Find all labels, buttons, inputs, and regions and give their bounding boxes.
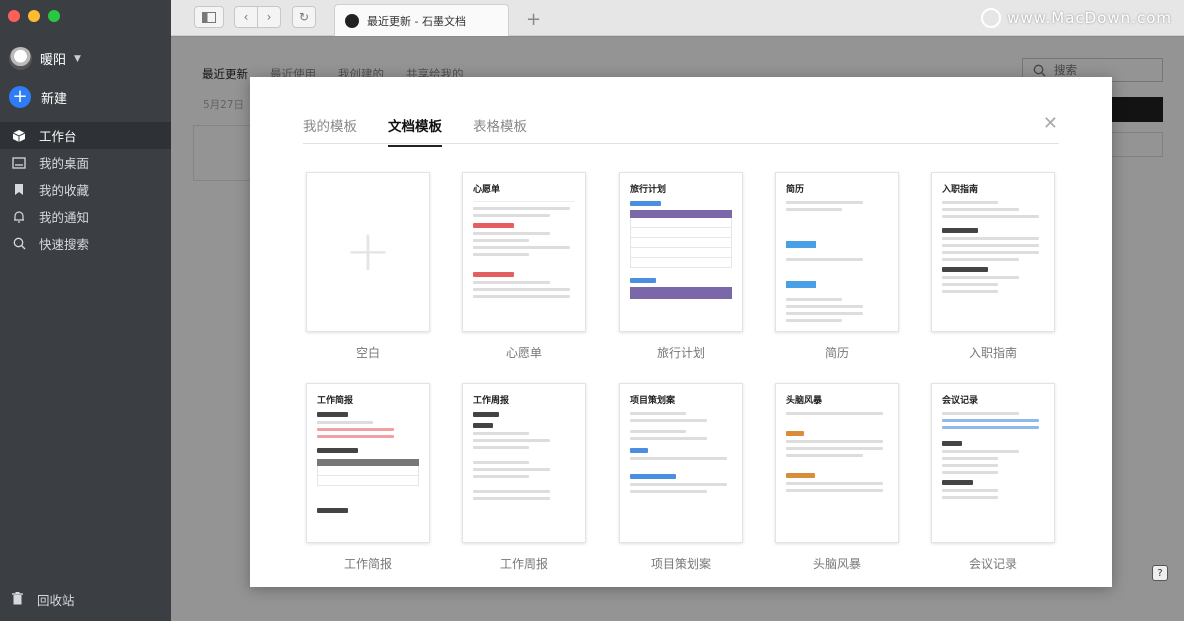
sidebar-item-desktop[interactable]: 我的桌面 bbox=[0, 149, 171, 176]
thumbnail-title: 头脑风暴 bbox=[786, 396, 823, 406]
reload-button[interactable]: ↻ bbox=[292, 6, 316, 28]
template-label: 会议记录 bbox=[968, 557, 1017, 571]
template-label: 工作周报 bbox=[499, 557, 548, 571]
toggle-sidebar-button[interactable] bbox=[194, 6, 224, 28]
template-thumbnail[interactable]: 会议记录 bbox=[931, 383, 1055, 543]
sidebar-item-notifications[interactable]: 我的通知 bbox=[0, 203, 171, 230]
title-bar: ‹ › ↻ 最近更新 - 石墨文档 + www.MacDown.com bbox=[171, 0, 1184, 36]
template-label: 头脑风暴 bbox=[812, 557, 861, 571]
new-button-label: 新建 bbox=[41, 91, 68, 107]
thumbnail-title: 心愿单 bbox=[473, 185, 501, 195]
sidebar-item-label: 我的通知 bbox=[39, 210, 90, 225]
template-thumbnail[interactable]: 工作简报 bbox=[306, 383, 430, 543]
bell-icon bbox=[12, 210, 26, 224]
desktop-icon bbox=[12, 156, 26, 170]
search-icon bbox=[12, 237, 26, 251]
new-tab-button[interactable]: + bbox=[526, 9, 541, 30]
thumbnail-title: 简历 bbox=[786, 185, 805, 195]
template-label: 工作简报 bbox=[343, 557, 392, 571]
sidebar-nav: 工作台 我的桌面 我的收藏 我的通知 快速搜索 bbox=[0, 122, 171, 257]
thumbnail-title: 工作简报 bbox=[317, 396, 354, 406]
macdown-logo-icon bbox=[981, 8, 1002, 28]
template-thumbnail[interactable]: 入职指南 bbox=[931, 172, 1055, 332]
user-name: 暖阳 bbox=[40, 53, 67, 68]
template-project-plan[interactable]: 项目策划案 项目策划案 bbox=[619, 383, 743, 572]
template-label: 旅行计划 bbox=[656, 346, 705, 360]
watermark-text: www.MacDown.com bbox=[1007, 9, 1172, 27]
template-resume[interactable]: 简历 简历 bbox=[775, 172, 899, 361]
template-label: 心愿单 bbox=[505, 346, 542, 360]
close-icon[interactable]: ✕ bbox=[1043, 113, 1058, 134]
template-thumbnail[interactable]: + bbox=[306, 172, 430, 332]
thumbnail-title: 会议记录 bbox=[942, 396, 979, 406]
new-button[interactable]: + 新建 bbox=[9, 86, 67, 108]
plus-icon: + bbox=[9, 86, 31, 108]
caret-down-icon: ▼ bbox=[74, 53, 81, 64]
user-menu[interactable]: 暖阳 ▼ bbox=[9, 47, 81, 70]
trash-button[interactable]: 回收站 bbox=[12, 590, 75, 609]
reload-icon: ↻ bbox=[298, 10, 310, 24]
plus-icon: + bbox=[344, 219, 392, 284]
back-button[interactable]: ‹ bbox=[234, 6, 258, 28]
sidebar-toggle-icon bbox=[202, 11, 216, 23]
template-meeting-notes[interactable]: 会议记录 会议记录 bbox=[931, 383, 1055, 572]
template-weekly-report[interactable]: 工作周报 工作周报 bbox=[462, 383, 586, 572]
cube-icon bbox=[12, 129, 26, 143]
template-brainstorm[interactable]: 头脑风暴 头脑风暴 bbox=[775, 383, 899, 572]
trash-icon bbox=[12, 591, 23, 608]
template-label: 入职指南 bbox=[968, 346, 1017, 360]
watermark: www.MacDown.com bbox=[981, 8, 1172, 28]
chevron-right-icon: › bbox=[266, 10, 272, 24]
maximize-window-button[interactable] bbox=[48, 10, 60, 22]
tabs-divider bbox=[303, 143, 1059, 144]
minimize-window-button[interactable] bbox=[28, 10, 40, 22]
chevron-left-icon: ‹ bbox=[243, 10, 249, 24]
template-thumbnail[interactable]: 项目策划案 bbox=[619, 383, 743, 543]
thumbnail-title: 入职指南 bbox=[942, 185, 979, 195]
sidebar-item-label: 工作台 bbox=[39, 129, 77, 144]
thumbnail-title: 旅行计划 bbox=[630, 185, 667, 195]
template-thumbnail[interactable]: 简历 bbox=[775, 172, 899, 332]
template-label: 项目策划案 bbox=[650, 557, 711, 571]
sidebar-item-label: 我的收藏 bbox=[39, 183, 90, 198]
sidebar-item-label: 我的桌面 bbox=[39, 156, 90, 171]
template-onboarding[interactable]: 入职指南 入职指南 bbox=[931, 172, 1055, 361]
thumbnail-title: 工作周报 bbox=[473, 396, 510, 406]
window-controls bbox=[8, 10, 60, 22]
template-blank[interactable]: + 空白 bbox=[306, 172, 430, 361]
sidebar-item-workbench[interactable]: 工作台 bbox=[0, 122, 171, 149]
sidebar-item-label: 快速搜索 bbox=[39, 237, 90, 252]
template-thumbnail[interactable]: 心愿单 bbox=[462, 172, 586, 332]
help-icon[interactable]: ? bbox=[1152, 565, 1168, 581]
thumbnail-title: 项目策划案 bbox=[630, 396, 676, 406]
template-label: 空白 bbox=[355, 346, 380, 360]
sidebar-item-quick-search[interactable]: 快速搜索 bbox=[0, 230, 171, 257]
tab-title: 最近更新 - 石墨文档 bbox=[367, 14, 466, 28]
template-label: 简历 bbox=[824, 346, 849, 360]
forward-button[interactable]: › bbox=[257, 6, 281, 28]
shimo-logo-icon bbox=[345, 13, 359, 28]
sidebar-item-favorites[interactable]: 我的收藏 bbox=[0, 176, 171, 203]
template-work-brief[interactable]: 工作简报 工作简报 bbox=[306, 383, 430, 572]
avatar bbox=[9, 47, 32, 70]
browser-tab[interactable]: 最近更新 - 石墨文档 bbox=[334, 4, 509, 36]
close-window-button[interactable] bbox=[8, 10, 20, 22]
trash-label: 回收站 bbox=[37, 593, 75, 608]
template-thumbnail[interactable]: 头脑风暴 bbox=[775, 383, 899, 543]
template-dialog: 我的模板 文档模板 表格模板 ✕ + 空白 心愿单 心愿单 旅行计划 旅行计划 … bbox=[250, 77, 1112, 587]
template-thumbnail[interactable]: 工作周报 bbox=[462, 383, 586, 543]
bookmark-icon bbox=[12, 183, 26, 197]
template-wishlist[interactable]: 心愿单 心愿单 bbox=[462, 172, 586, 361]
sidebar: 暖阳 ▼ + 新建 工作台 我的桌面 我的收藏 我的通知 快速搜索 回收站 bbox=[0, 0, 171, 621]
template-thumbnail[interactable]: 旅行计划 bbox=[619, 172, 743, 332]
template-travel-plan[interactable]: 旅行计划 旅行计划 bbox=[619, 172, 743, 361]
